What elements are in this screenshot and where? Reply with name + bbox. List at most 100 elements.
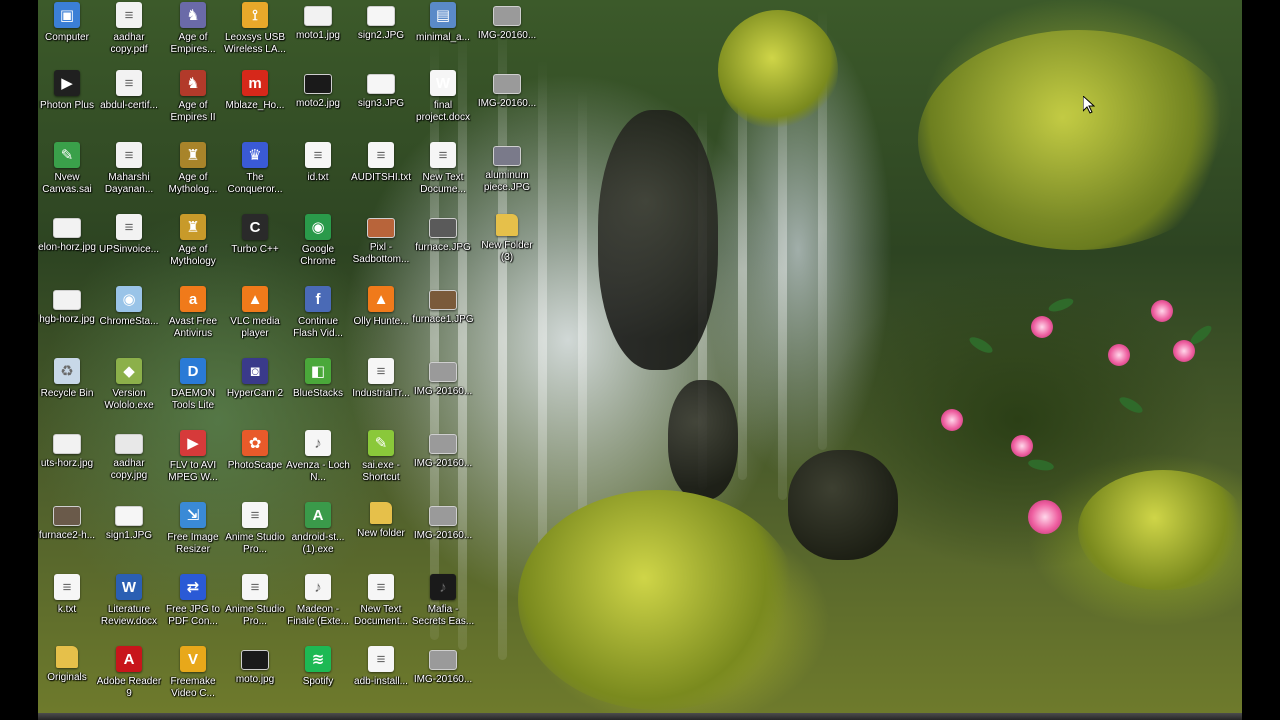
desktop-icon-label: IMG-20160... — [413, 458, 473, 469]
desktop-icon[interactable]: furnace.JPG — [410, 212, 476, 284]
document-file-icon: ≡ — [116, 142, 142, 168]
desktop-icon[interactable]: ▲ Olly Hunte... — [348, 284, 414, 356]
desktop-icon[interactable]: IMG-20160... — [410, 644, 476, 716]
desktop-icon[interactable]: Aandroid-st... (1).exe — [285, 500, 351, 572]
desktop-icon[interactable]: ♪ Madeon - Finale (Exte... — [285, 572, 351, 644]
desktop-icon[interactable]: elon-horz.jpg — [34, 212, 100, 284]
desktop-icon[interactable]: D DAEMON Tools Lite — [160, 356, 226, 428]
text-file-icon: ≡ — [368, 574, 394, 600]
desktop-icon[interactable]: IMG-20160... — [474, 68, 540, 140]
desktop-icon[interactable]: ◙ HyperCam 2 — [222, 356, 288, 428]
desktop-icon[interactable]: aluminum piece.JPG — [474, 140, 540, 212]
desktop-icon[interactable]: ≡ IndustrialTr... — [348, 356, 414, 428]
desktop-icon[interactable]: furnace2-h... — [34, 500, 100, 572]
desktop-icon-label: Pixl - Sadbottom... — [352, 242, 410, 265]
desktop-icon[interactable]: ≡ Maharshi Dayanan... — [96, 140, 162, 212]
desktop-icon[interactable]: IMG-20160... — [474, 0, 540, 72]
desktop-icon-label: furnace1.JPG — [412, 314, 474, 325]
desktop-icon[interactable]: ♜ Age of Mytholog... — [160, 140, 226, 212]
rock-decoration — [788, 450, 898, 560]
desktop-icon[interactable]: ▶ FLV to AVI MPEG W... — [160, 428, 226, 500]
desktop-icon[interactable]: sign1.JPG — [96, 500, 162, 572]
desktop-icon[interactable]: ⇲ Free Image Resizer — [160, 500, 226, 572]
desktop-icon[interactable]: IMG-20160... — [410, 356, 476, 428]
desktop-icon[interactable]: ✎ Nvew Canvas.sai — [34, 140, 100, 212]
desktop-icon[interactable]: sign3.JPG — [348, 68, 414, 140]
image-file-icon — [304, 6, 332, 26]
desktop-icon[interactable]: ♞ Age of Empires II — [160, 68, 226, 140]
desktop-icon[interactable]: moto2.jpg — [285, 68, 351, 140]
desktop-icon[interactable]: A Adobe Reader 9 — [96, 644, 162, 716]
desktop-icon[interactable]: ▲ VLC media player — [222, 284, 288, 356]
desktop-icon[interactable]: ✎ sai.exe - Shortcut — [348, 428, 414, 500]
desktop-icon[interactable]: ▤ minimal_a... — [410, 0, 476, 72]
desktop-icon[interactable]: ♞ Age of Empires... — [160, 0, 226, 72]
desktop-icon[interactable]: ♜ Age of Mythology — [160, 212, 226, 284]
desktop-icon[interactable]: ⟟ Leoxsys USB Wireless LA... — [222, 0, 288, 72]
text-file-icon: ≡ — [242, 574, 268, 600]
desktop-icon[interactable]: m Mblaze_Ho... — [222, 68, 288, 140]
desktop-icon[interactable]: ♛ The Conqueror... — [222, 140, 288, 212]
desktop-icon-label: Computer — [45, 32, 89, 43]
desktop-icon[interactable]: ◉ ChromeSta... — [96, 284, 162, 356]
desktop-icon[interactable]: ≡ abdul-certif... — [96, 68, 162, 140]
desktop-icon[interactable]: sign2.JPG — [348, 0, 414, 72]
rock-decoration — [598, 110, 718, 370]
desktop-icon[interactable]: ▣ Computer — [34, 0, 100, 72]
desktop-icon[interactable]: ♪ Mafia - Secrets Eas... — [410, 572, 476, 644]
desktop-icon[interactable]: ♪ Avenza - Loch N... — [285, 428, 351, 500]
desktop-icon-label: PhotoScape — [227, 460, 283, 471]
desktop-icon[interactable]: ≡ UPSinvoice... — [96, 212, 162, 284]
desktop-icon[interactable]: ◆ Version Wololo.exe — [96, 356, 162, 428]
desktop-icon[interactable]: ▶ Photon Plus — [34, 68, 100, 140]
desktop-icon[interactable]: ≡ Anime Studio Pro... — [222, 572, 288, 644]
vlc-icon: ▲ — [368, 286, 394, 312]
desktop-icon[interactable]: ◧ BlueStacks — [285, 356, 351, 428]
flower-decoration — [941, 409, 963, 431]
desktop-icon[interactable]: New Folder (3) — [474, 212, 540, 284]
desktop-icon-label: adb-install... — [354, 676, 408, 687]
desktop-icon[interactable]: ✿ PhotoScape — [222, 428, 288, 500]
desktop-icon[interactable]: IMG-20160... — [410, 428, 476, 500]
desktop-icon-label: Turbo C++ — [231, 244, 279, 255]
desktop-icon[interactable]: ≡ id.txt — [285, 140, 351, 212]
desktop-icon[interactable]: New folder — [348, 500, 414, 572]
desktop-icon[interactable]: ≡ New Text Docume... — [410, 140, 476, 212]
audio-file-icon: ♪ — [305, 574, 331, 600]
desktop-icon-label: New Text Document... — [354, 604, 408, 627]
desktop-icon-label: final project.docx — [416, 100, 470, 123]
desktop-icon[interactable]: Wfinal project.docx — [410, 68, 476, 140]
desktop-icon[interactable]: ≋ Spotify — [285, 644, 351, 716]
desktop-icon[interactable]: ◉ Google Chrome — [285, 212, 351, 284]
desktop-icon[interactable]: C Turbo C++ — [222, 212, 288, 284]
desktop-icon[interactable]: Pixl - Sadbottom... — [348, 212, 414, 284]
desktop-icon-label: moto1.jpg — [296, 30, 340, 41]
desktop-icon[interactable]: ≡ Anime Studio Pro... — [222, 500, 288, 572]
desktop-icon[interactable]: a Avast Free Antivirus — [160, 284, 226, 356]
desktop-icon[interactable]: ⇄ Free JPG to PDF Con... — [160, 572, 226, 644]
desktop-icon-label: Age of Mythology — [170, 244, 216, 267]
desktop-icon-label: Mafia - Secrets Eas... — [411, 604, 475, 627]
desktop-icon[interactable]: ≡ New Text Document... — [348, 572, 414, 644]
desktop-icon[interactable]: Originals — [34, 644, 100, 716]
desktop-icon-label: IMG-20160... — [477, 30, 537, 41]
desktop-icon[interactable]: ≡ aadhar copy.pdf — [96, 0, 162, 72]
desktop-icon[interactable]: ♻ Recycle Bin — [34, 356, 100, 428]
desktop-icon[interactable]: aadhar copy.jpg — [96, 428, 162, 500]
desktop-icon[interactable]: furnace1.JPG — [410, 284, 476, 356]
desktop-icon[interactable]: ≡ AUDITSHI.txt — [348, 140, 414, 212]
desktop-icon[interactable]: f Continue Flash Vid... — [285, 284, 351, 356]
desktop-icon[interactable]: uts-horz.jpg — [34, 428, 100, 500]
desktop-icon[interactable]: IMG-20160... — [410, 500, 476, 572]
desktop-icon[interactable]: V Freemake Video C... — [160, 644, 226, 716]
desktop-icon[interactable]: ≡ k.txt — [34, 572, 100, 644]
desktop-icon[interactable]: moto.jpg — [222, 644, 288, 716]
desktop-icon-label: aadhar copy.pdf — [110, 32, 148, 55]
desktop-icon[interactable]: hgb-horz.jpg — [34, 284, 100, 356]
desktop-icon[interactable]: ≡ adb-install... — [348, 644, 414, 716]
image-file-icon — [429, 506, 457, 526]
text-file-icon: ≡ — [54, 574, 80, 600]
desktop-icon[interactable]: W Literature Review.docx — [96, 572, 162, 644]
desktop-icon[interactable]: moto1.jpg — [285, 0, 351, 72]
jpg-to-pdf-icon: ⇄ — [180, 574, 206, 600]
